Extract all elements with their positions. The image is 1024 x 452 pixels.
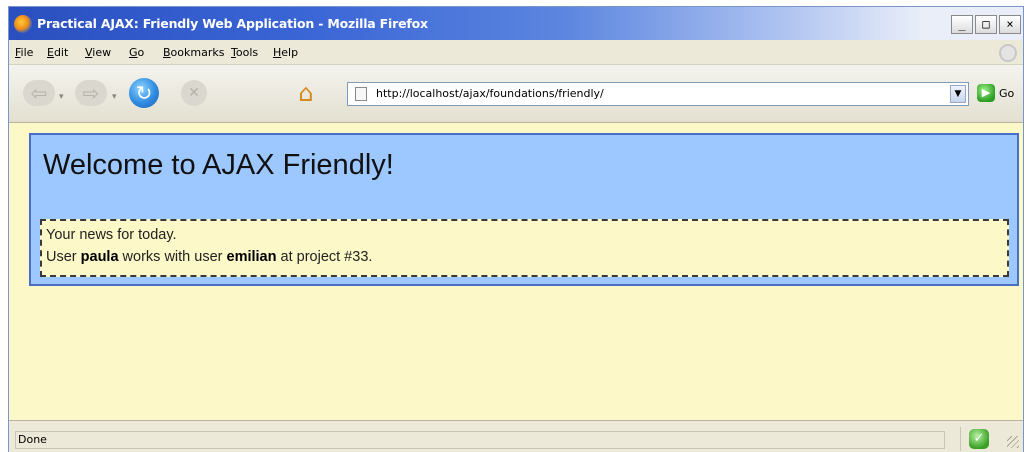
window-controls: _ □ × xyxy=(951,15,1021,34)
security-status[interactable]: ✓ xyxy=(960,427,996,451)
status-bar: Done ✓ xyxy=(9,420,1023,452)
navigation-toolbar: ⇦ ▾ ⇨ ▾ ↻ ✕ ⌂ http://localhost/ajax/foun… xyxy=(9,65,1023,123)
menu-bookmarks[interactable]: Bookmarks xyxy=(163,46,224,59)
news-middle: works with user xyxy=(118,249,227,265)
menu-go[interactable]: Go xyxy=(129,46,144,59)
menu-file[interactable]: File xyxy=(15,46,33,59)
menu-edit[interactable]: Edit xyxy=(47,46,68,59)
resize-grip-icon[interactable] xyxy=(1007,436,1019,448)
url-history-dropdown-icon[interactable]: ▼ xyxy=(950,85,966,103)
status-text: Done xyxy=(15,431,945,449)
firefox-logo-icon xyxy=(14,15,32,33)
page-title: Welcome to AJAX Friendly! xyxy=(43,149,394,181)
go-arrow-icon: ▶ xyxy=(977,84,995,102)
stop-button[interactable]: ✕ xyxy=(181,80,207,106)
menu-help[interactable]: Help xyxy=(273,46,298,59)
back-history-dropdown-icon[interactable]: ▾ xyxy=(59,92,64,102)
forward-history-dropdown-icon[interactable]: ▾ xyxy=(112,92,117,102)
page-icon xyxy=(355,87,367,101)
close-button[interactable]: × xyxy=(999,15,1021,34)
menu-view[interactable]: View xyxy=(85,46,111,59)
menu-bar: File Edit View Go Bookmarks Tools Help xyxy=(9,40,1023,65)
news-prefix: User xyxy=(46,249,81,265)
news-suffix: at project #33. xyxy=(276,249,373,265)
news-line: User paula works with user emilian at pr… xyxy=(46,249,372,265)
reload-button[interactable]: ↻ xyxy=(129,78,159,108)
url-input[interactable]: http://localhost/ajax/foundations/friend… xyxy=(376,87,604,100)
welcome-panel: Welcome to AJAX Friendly! Your news for … xyxy=(29,133,1019,286)
back-button[interactable]: ⇦ xyxy=(23,80,55,106)
news-box: Your news for today. User paula works wi… xyxy=(40,219,1009,277)
title-bar[interactable]: Practical AJAX: Friendly Web Application… xyxy=(9,7,1023,40)
home-button[interactable]: ⌂ xyxy=(291,79,321,107)
window-title: Practical AJAX: Friendly Web Application… xyxy=(37,16,428,31)
security-check-icon: ✓ xyxy=(969,429,989,449)
news-intro: Your news for today. xyxy=(46,227,177,243)
forward-button[interactable]: ⇨ xyxy=(75,80,107,106)
maximize-button[interactable]: □ xyxy=(975,15,997,34)
go-label: Go xyxy=(999,86,1015,100)
menu-tools[interactable]: Tools xyxy=(231,46,258,59)
browser-window: Practical AJAX: Friendly Web Application… xyxy=(8,6,1024,452)
minimize-button[interactable]: _ xyxy=(951,15,973,34)
news-user-1: paula xyxy=(80,249,119,265)
page-content: Welcome to AJAX Friendly! Your news for … xyxy=(9,123,1023,420)
go-button[interactable]: ▶ Go xyxy=(977,84,1014,102)
activity-throbber-icon xyxy=(999,44,1017,62)
news-user-2: emilian xyxy=(226,249,277,265)
address-bar[interactable]: http://localhost/ajax/foundations/friend… xyxy=(347,82,969,106)
